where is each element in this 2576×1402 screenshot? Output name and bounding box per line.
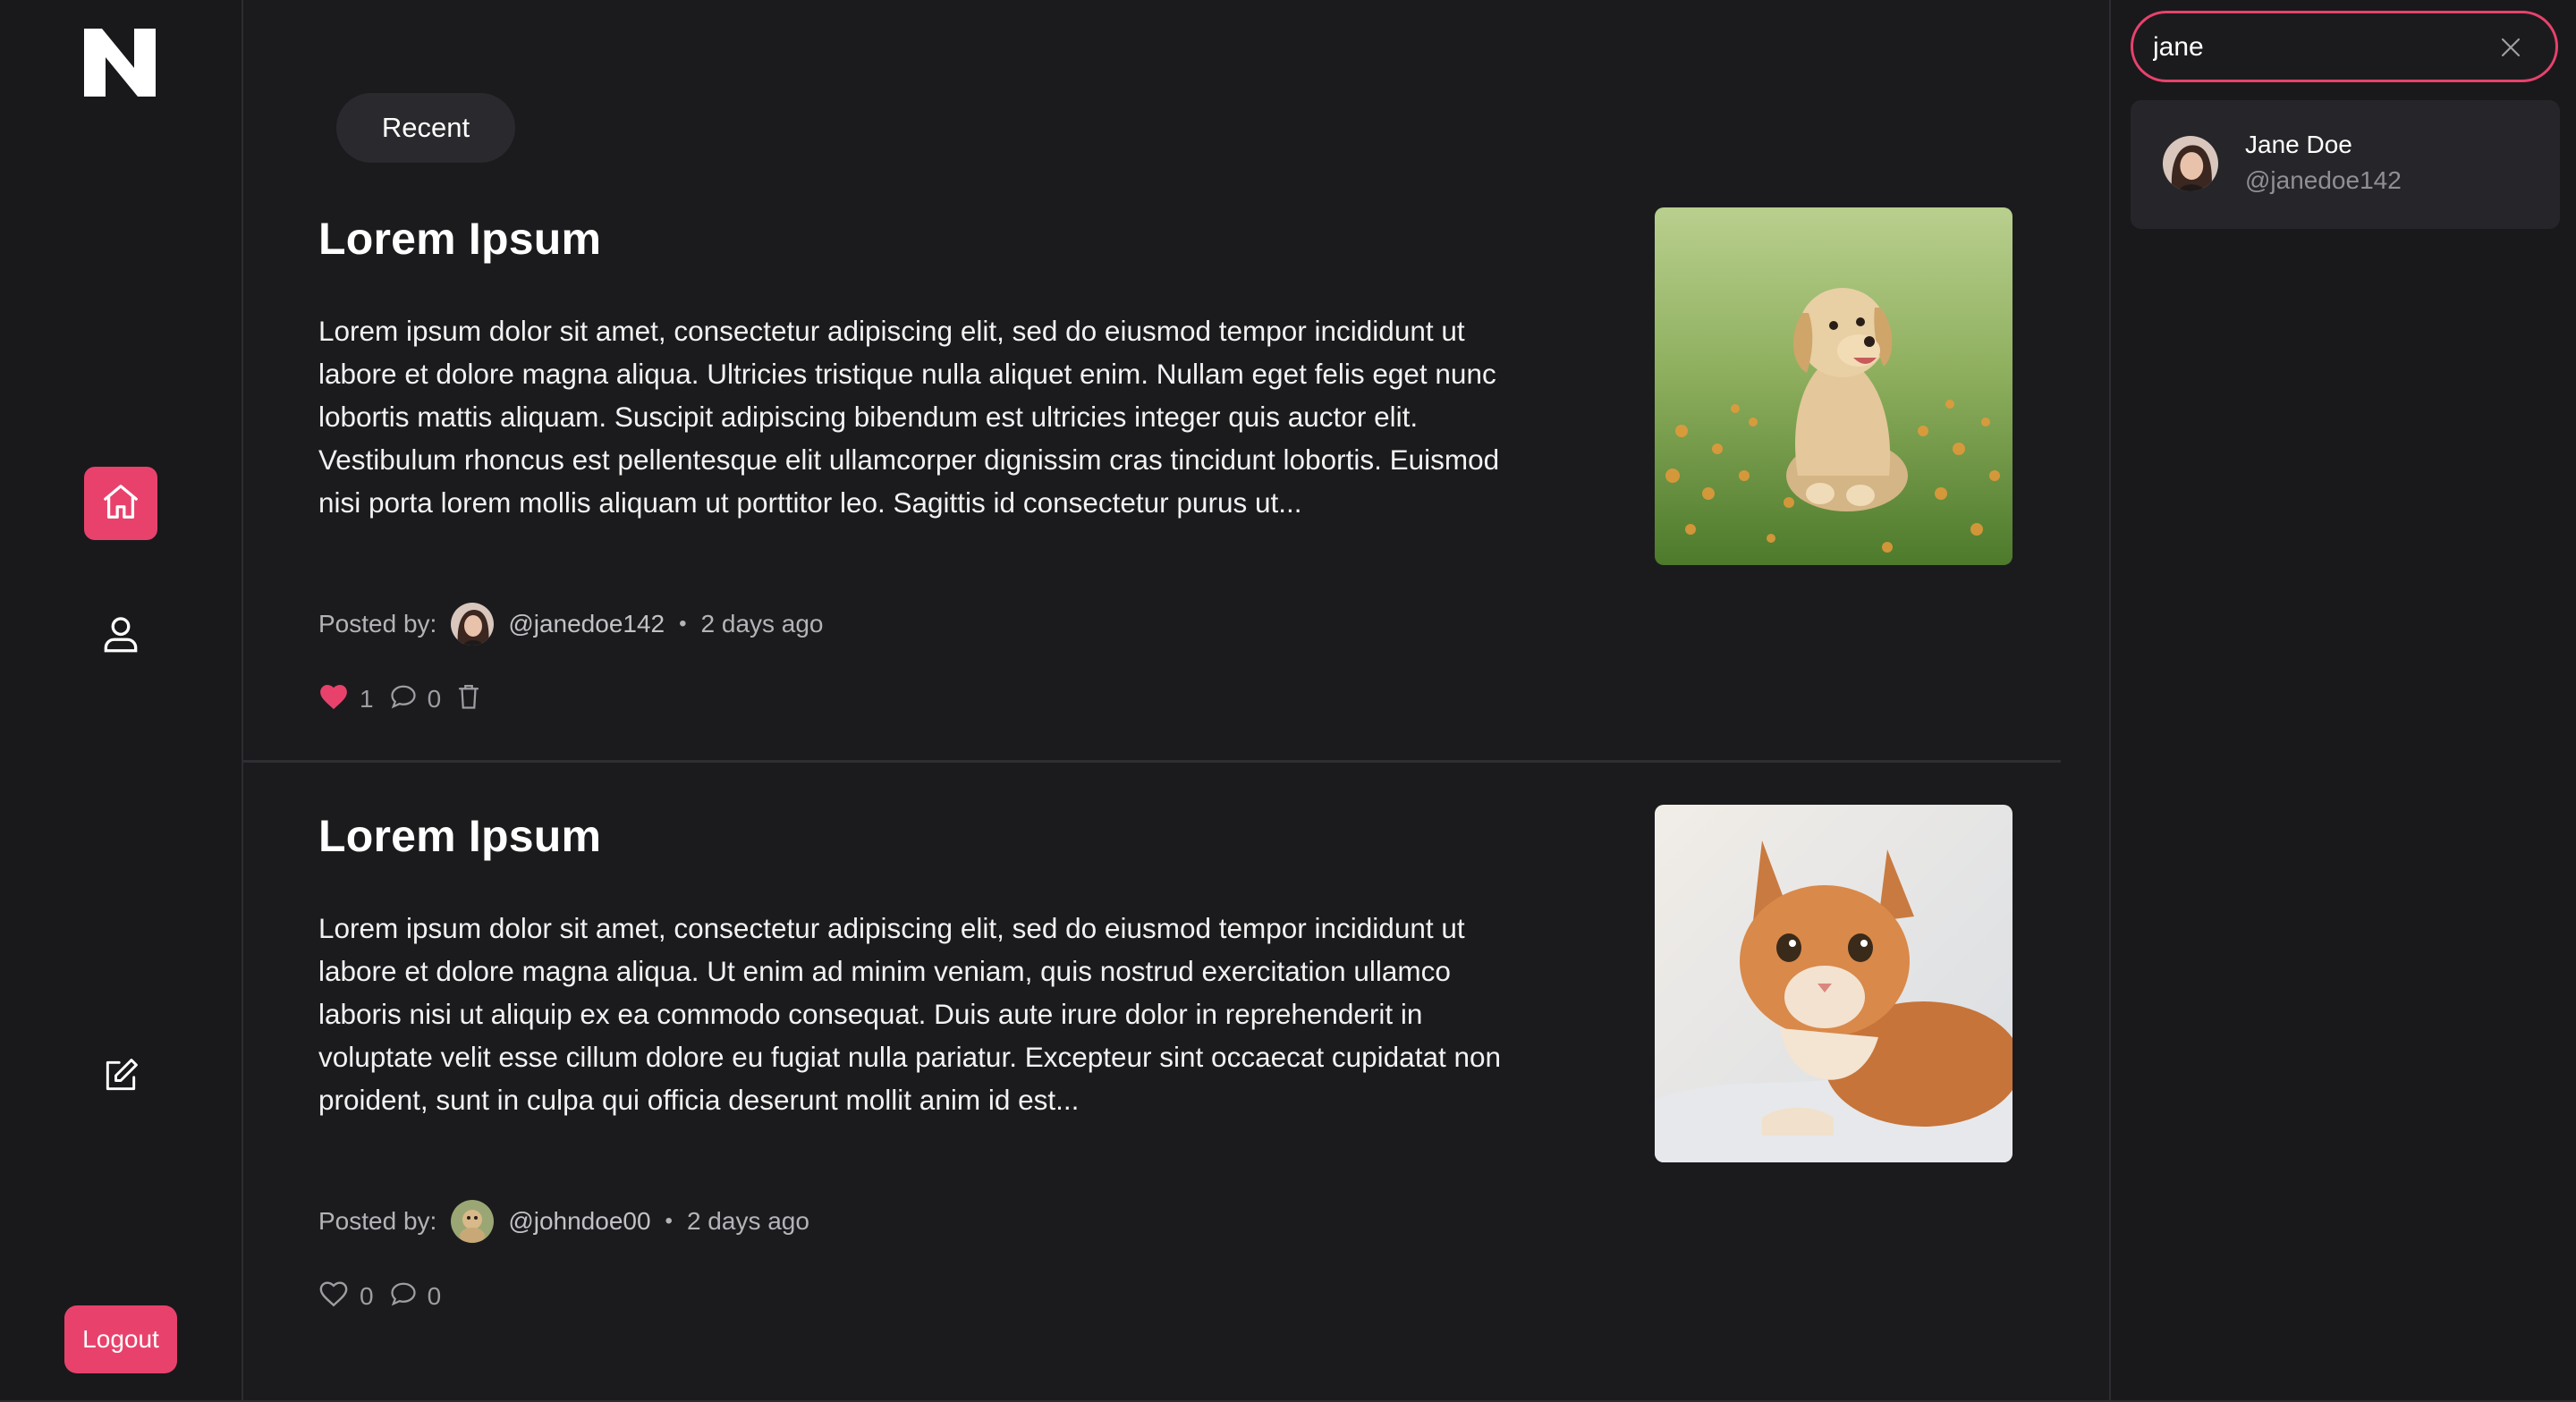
separator-dot: • [665, 1209, 673, 1233]
post-body: Lorem ipsum dolor sit amet, consectetur … [318, 315, 1500, 519]
post-time: 2 days ago [686, 1207, 809, 1235]
comment-count: 0 [427, 1282, 442, 1310]
home-icon [100, 481, 141, 527]
sidebar-item-profile[interactable] [84, 599, 157, 672]
comment-icon [390, 684, 417, 715]
search-box [2131, 11, 2558, 82]
post-meta: Posted by: @janedoe142 • 2 days ago [318, 601, 824, 647]
avatar [2163, 136, 2218, 191]
like-count: 0 [360, 1282, 374, 1310]
kitten-image[interactable] [1655, 805, 2012, 1162]
sidebar-item-home[interactable] [84, 467, 157, 540]
like-button[interactable] [318, 1280, 349, 1314]
delete-button[interactable] [457, 683, 480, 716]
search-panel: Jane Doe @janedoe142 [2109, 0, 2576, 1402]
clear-search-button[interactable] [2498, 35, 2523, 60]
comment-count: 0 [427, 685, 442, 713]
post-meta: Posted by: @johndoe00 • 2 days ago [318, 1198, 809, 1245]
comment-icon [390, 1281, 417, 1313]
search-input[interactable] [2151, 26, 2495, 69]
post-actions: 1 0 [318, 681, 480, 717]
posted-by-label: Posted by: [318, 610, 437, 638]
sidebar-item-compose[interactable] [84, 1041, 157, 1114]
post-card: Lorem Ipsum Lorem ipsum dolor sit amet, … [243, 805, 2061, 1310]
comment-button[interactable] [390, 1281, 417, 1313]
puppy-image[interactable] [1655, 207, 2012, 565]
avatar[interactable] [451, 603, 495, 646]
tab-recent[interactable]: Recent [336, 93, 515, 163]
n-logo-icon[interactable] [84, 29, 156, 97]
author-handle[interactable]: @janedoe142 [508, 610, 665, 638]
post-body: Lorem ipsum dolor sit amet, consectetur … [318, 912, 1502, 1116]
posted-by-label: Posted by: [318, 1207, 437, 1235]
post-card: Lorem Ipsum Lorem ipsum dolor sit amet, … [243, 207, 2061, 763]
trash-icon [457, 683, 480, 716]
post-time: 2 days ago [700, 610, 824, 638]
like-button[interactable] [318, 682, 349, 717]
result-handle: @janedoe142 [2245, 166, 2402, 194]
separator-dot: • [679, 612, 687, 636]
author-handle[interactable]: @johndoe00 [508, 1207, 650, 1236]
sidebar: Logout [0, 0, 243, 1402]
post-title[interactable]: Lorem Ipsum [318, 810, 601, 862]
user-icon [98, 612, 143, 661]
edit-icon [101, 1056, 140, 1100]
heart-icon [318, 682, 349, 717]
like-count: 1 [360, 685, 374, 713]
comment-button[interactable] [390, 684, 417, 715]
close-icon [2498, 38, 2523, 63]
post-title[interactable]: Lorem Ipsum [318, 213, 601, 265]
post-actions: 0 0 [318, 1279, 457, 1314]
heart-icon [318, 1280, 349, 1314]
result-name: Jane Doe [2245, 131, 2352, 158]
logout-button[interactable]: Logout [64, 1305, 177, 1373]
feed: Recent Lorem Ipsum Lorem ipsum dolor sit… [243, 0, 2107, 1402]
search-result-item[interactable]: Jane Doe @janedoe142 [2131, 100, 2560, 229]
avatar[interactable] [451, 1200, 495, 1243]
